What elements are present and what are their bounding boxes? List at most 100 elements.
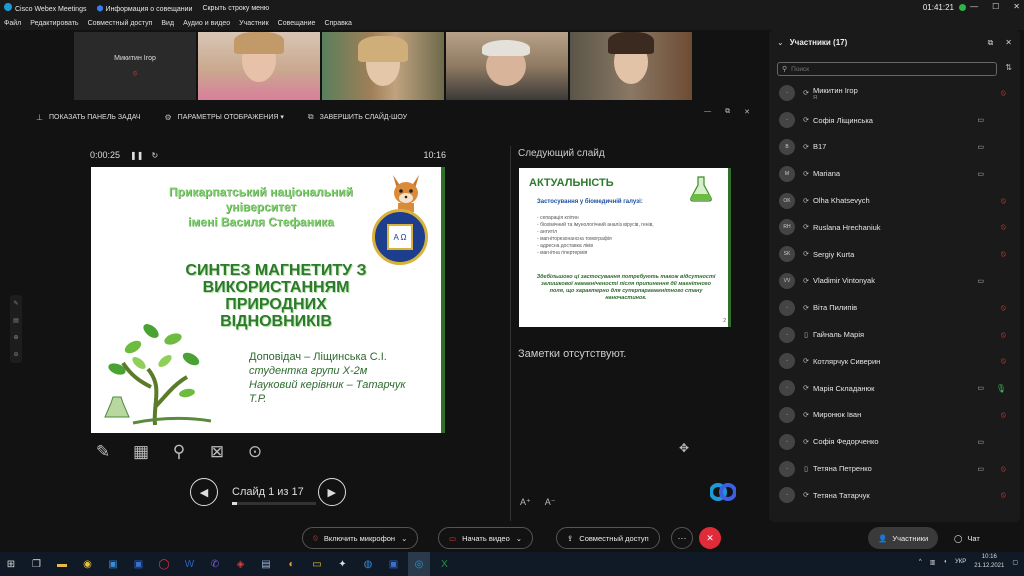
participant-row[interactable]: M ⟳ Mariana ▭ — [769, 160, 1020, 187]
participant-row[interactable]: ◦ ▯ Гайналь Марія ⦸ — [769, 321, 1020, 348]
pause-icon[interactable]: ❚❚ — [130, 151, 143, 160]
participant-row[interactable]: ◦ ▯ Тетяна Петренко ▭ ⦸ — [769, 455, 1020, 482]
edge-icon[interactable]: ◍ — [357, 552, 379, 576]
menu-help[interactable]: Справка — [324, 20, 351, 27]
excel-icon[interactable]: X — [434, 552, 456, 576]
magnifier-icon[interactable]: ⚲ — [167, 440, 191, 464]
files-icon[interactable]: ▣ — [102, 552, 124, 576]
menu-share[interactable]: Совместный доступ — [88, 20, 153, 27]
font-increase-icon[interactable]: A⁺ — [520, 497, 531, 508]
reset-icon[interactable]: ↻ — [151, 151, 158, 160]
vivaldi-icon[interactable]: ◈ — [230, 552, 252, 576]
participant-row[interactable]: ◦ ⟳ Софія Ліщинська ▭ — [769, 107, 1020, 134]
zoom-out-icon[interactable]: ⊖ — [13, 351, 18, 358]
participant-row[interactable]: B ⟳ В17 ▭ — [769, 134, 1020, 161]
meeting-info-button[interactable]: ⬢ Информация о совещании — [96, 4, 192, 13]
end-slideshow-icon: ⧉ — [307, 112, 314, 121]
next-slide-preview[interactable]: АКТУАЛЬНІСТЬ Застосування у біомедичній … — [519, 168, 731, 327]
end-slideshow-button[interactable]: ⧉ ЗАВЕРШИТЬ СЛАЙД-ШОУ — [308, 112, 407, 122]
search-input[interactable] — [791, 65, 982, 73]
move-icon[interactable]: ✥ — [679, 441, 689, 455]
menu-audio-video[interactable]: Аудио и видео — [183, 20, 230, 27]
taskbar-clock[interactable]: 10:16 21.12.2021 — [974, 553, 1004, 571]
folder-icon[interactable]: ▭ — [306, 552, 328, 576]
eraser-icon[interactable]: ▤ — [13, 317, 19, 324]
menu-meeting[interactable]: Совещание — [278, 20, 316, 27]
participant-row[interactable]: RH ⟳ Ruslana Hrechaniuk ⦸ — [769, 214, 1020, 241]
next-slide-button[interactable]: ▶ — [317, 478, 346, 506]
chevron-up-icon[interactable]: ^ — [919, 559, 922, 565]
close-icon[interactable]: ✕ — [1013, 2, 1020, 11]
video-tile[interactable] — [198, 32, 320, 100]
participant-row[interactable]: VV ⟳ Vladimir Vintonyak ▭ — [769, 268, 1020, 295]
document-icon[interactable]: ▤ — [255, 552, 277, 576]
participant-row[interactable]: ◦ ⟳ Віта Пилипів ⦸ — [769, 294, 1020, 321]
sort-icon[interactable]: ⇅ — [1005, 63, 1012, 72]
participant-row[interactable]: ◦ ⟳ Микитин Ігор Я ⦸ — [769, 80, 1020, 107]
restore-icon[interactable]: ⧉ — [725, 108, 730, 116]
menu-edit[interactable]: Редактировать — [30, 20, 78, 27]
opera-icon[interactable]: ◯ — [153, 552, 175, 576]
participant-name-box: Mariana — [813, 169, 840, 178]
participant-row[interactable]: ◦ ⟳ Софія Федорченко ▭ — [769, 428, 1020, 455]
maximize-icon[interactable]: ☐ — [992, 2, 999, 11]
minimize-icon[interactable]: — — [704, 108, 711, 116]
participant-row[interactable]: ◦ ⟳ Марія Складанюк ▭ 🎙 — [769, 375, 1020, 402]
font-decrease-icon[interactable]: A⁻ — [545, 497, 556, 508]
start-icon[interactable]: ⊞ — [0, 552, 22, 576]
chevron-down-icon[interactable]: ⌄ — [401, 534, 407, 543]
webex-taskbar-icon[interactable]: ◎ — [408, 552, 430, 576]
video-tile[interactable] — [446, 32, 568, 100]
notification-icon[interactable]: ▢ — [1012, 559, 1018, 566]
hide-screen-icon[interactable]: ⊠ — [205, 440, 229, 464]
show-taskbar-button[interactable]: ⊥ ПОКАЗАТЬ ПАНЕЛЬ ЗАДАЧ — [36, 113, 141, 122]
chart-app-icon[interactable]: ✦ — [332, 552, 354, 576]
hide-menu-button[interactable]: Скрыть строку меню — [202, 5, 269, 12]
volume-icon[interactable]: ◖ — [943, 559, 947, 565]
video-tile[interactable] — [322, 32, 444, 100]
chrome-icon[interactable]: ◉ — [77, 552, 99, 576]
unmute-button[interactable]: ⦸ Включить микрофон ⌄ — [302, 527, 419, 549]
participant-name: В17 — [813, 142, 827, 152]
previous-slide-button[interactable]: ◀ — [190, 478, 218, 506]
display-settings-button[interactable]: ⚙ ПАРАМЕТРЫ ОТОБРАЖЕНИЯ ▾ — [165, 113, 284, 122]
close-icon[interactable]: ✕ — [744, 108, 750, 116]
participant-row[interactable]: OK ⟳ Olha Khatsevych ⦸ — [769, 187, 1020, 214]
save-app-icon[interactable]: ▣ — [128, 552, 150, 576]
video-tile-self[interactable]: Микитин Ігор ⦸ — [74, 32, 196, 100]
leave-meeting-button[interactable]: ✕ — [699, 527, 721, 549]
viber-icon[interactable]: ✆ — [204, 552, 226, 576]
slides-grid-icon[interactable]: ▦ — [129, 440, 153, 464]
app-title: Cisco Webex Meetings — [4, 3, 86, 13]
save-app-icon[interactable]: ▣ — [383, 552, 405, 576]
more-button[interactable]: ··· — [671, 527, 693, 549]
app-orange-icon[interactable]: ◐ — [281, 552, 303, 576]
device-icon: ⟳ — [803, 251, 809, 259]
menu-file[interactable]: Файл — [4, 20, 21, 27]
participant-row[interactable]: ◦ ⟳ Тетяна Татарчук ⦸ — [769, 482, 1020, 509]
zoom-in-icon[interactable]: ⊕ — [13, 334, 18, 341]
participant-row[interactable]: ◦ ⟳ Миронюк Іван ⦸ — [769, 402, 1020, 429]
participant-row[interactable]: SK ⟳ Sergiy Kurta ⦸ — [769, 241, 1020, 268]
minimize-icon[interactable]: — — [970, 2, 978, 11]
chevron-down-icon[interactable]: ⌄ — [777, 38, 784, 47]
participant-row[interactable]: ◦ ⟳ Котлярчук Сиверин ⦸ — [769, 348, 1020, 375]
word-icon[interactable]: W — [179, 552, 201, 576]
file-explorer-icon[interactable]: ▬ — [51, 552, 73, 576]
more-options-icon[interactable]: ⊙ — [243, 440, 267, 464]
chat-toggle-button[interactable]: ◯ Чат — [944, 527, 990, 549]
close-icon[interactable]: ✕ — [1005, 38, 1012, 48]
menu-view[interactable]: Вид — [161, 20, 174, 27]
popout-icon[interactable]: ⧉ — [988, 38, 994, 48]
menu-participant[interactable]: Участник — [239, 20, 269, 27]
language-indicator[interactable]: УКР — [955, 559, 966, 565]
pointer-icon[interactable]: ✎ — [13, 300, 18, 307]
start-video-button[interactable]: ▭ Начать видео ⌄ — [438, 527, 534, 549]
task-view-icon[interactable]: ❐ — [26, 552, 48, 576]
video-tile[interactable] — [570, 32, 692, 100]
pen-icon[interactable]: ✎ — [91, 440, 115, 464]
chevron-down-icon[interactable]: ⌄ — [516, 534, 522, 543]
network-icon[interactable]: ▥ — [930, 559, 936, 566]
share-button[interactable]: ⇪ Совместный доступ — [556, 527, 660, 549]
participants-toggle-button[interactable]: 👤 Участники — [868, 527, 939, 549]
